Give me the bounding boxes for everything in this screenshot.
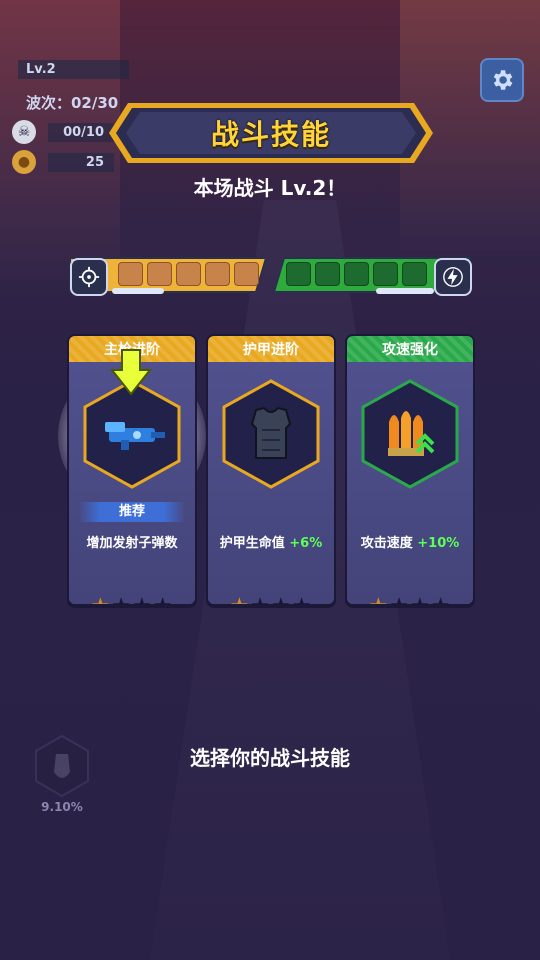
coin-icon: ●: [12, 150, 36, 174]
armor-hex-frame: [222, 379, 320, 489]
progress-bar-right: [272, 256, 472, 296]
banner-title: 战斗技能: [210, 118, 331, 151]
body-armor-icon: [250, 406, 292, 459]
card-category: 攻速强化: [347, 336, 473, 362]
star-filled-icon: ★: [369, 594, 390, 604]
star-empty-icon: ★: [153, 594, 174, 604]
progress-segment-right: [373, 262, 398, 286]
progress-segment-left: [118, 262, 143, 286]
star-empty-icon: ★: [410, 594, 431, 604]
star-rating: ★★★★: [69, 594, 195, 604]
crosshair-icon: [70, 258, 108, 296]
lightning-icon: [434, 258, 472, 296]
progress-bar-left: [68, 256, 268, 296]
star-filled-icon: ★: [91, 594, 112, 604]
star-empty-icon: ★: [271, 594, 292, 604]
player-level: Lv.2: [18, 60, 129, 79]
coin-count: 25: [48, 152, 114, 172]
star-empty-icon: ★: [250, 594, 271, 604]
coin-counter: ● 25: [12, 150, 114, 174]
skull-icon: ☠: [12, 120, 36, 144]
star-empty-icon: ★: [292, 594, 313, 604]
star-empty-icon: ★: [389, 594, 410, 604]
bomb-skill-icon: [35, 734, 89, 798]
skill-card-armor[interactable]: 护甲进阶 护甲生命值 +6% ★★★★: [206, 334, 336, 606]
card-category: 护甲进阶: [208, 336, 334, 362]
card-description: 攻击速度 +10%: [360, 536, 460, 551]
star-empty-icon: ★: [111, 594, 132, 604]
progress-segment-left: [176, 262, 201, 286]
skill-card-attack-speed[interactable]: 攻速强化 攻击速度 +10% ★★★★: [345, 334, 475, 606]
progress-segment-left: [205, 262, 230, 286]
progress-segment-left: [147, 262, 172, 286]
card-description: 增加发射子弹数: [86, 536, 178, 551]
progress-underline-left: [112, 288, 164, 294]
star-rating: ★★★★: [208, 594, 334, 604]
gear-icon: [493, 70, 513, 90]
progress-segment-right: [344, 262, 369, 286]
card-description: 护甲生命值 +6%: [219, 536, 323, 551]
star-empty-icon: ★: [132, 594, 153, 604]
progress-segment-right: [315, 262, 340, 286]
battle-level-subtitle: 本场战斗 Lv.2！: [193, 176, 347, 200]
progress-segment-right: [286, 262, 311, 286]
settings-button[interactable]: [480, 58, 524, 102]
kill-counter: ☠ 00/10: [12, 120, 114, 144]
star-empty-icon: ★: [431, 594, 452, 604]
bullets-hex-frame: [361, 379, 459, 489]
progress-underline-right: [376, 288, 434, 294]
recommend-arrow-icon: [110, 349, 152, 396]
progress-segment-right: [402, 262, 427, 286]
star-rating: ★★★★: [347, 594, 473, 604]
recommend-badge: 推荐: [79, 502, 185, 522]
progress-segment-left: [234, 262, 259, 286]
wave-counter: 波次：02/30: [26, 94, 119, 112]
title-banner: 战斗技能: [106, 100, 436, 166]
skill-charge-percent: 9.10%: [41, 800, 83, 814]
kill-count: 00/10: [48, 122, 114, 142]
star-filled-icon: ★: [230, 594, 251, 604]
